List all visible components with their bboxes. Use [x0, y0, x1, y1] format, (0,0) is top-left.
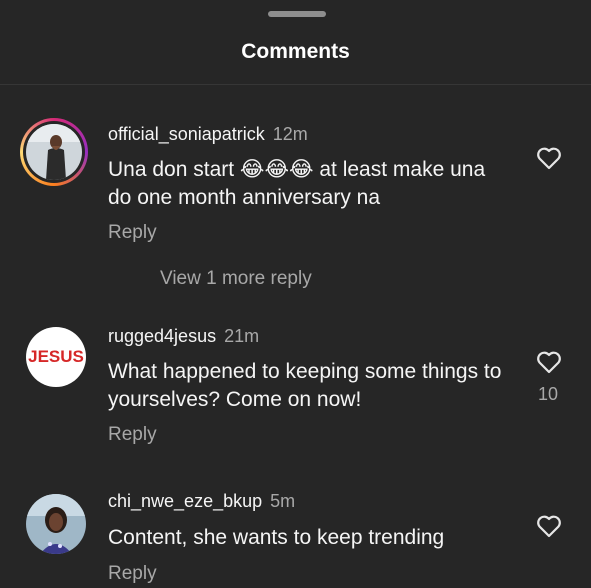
reply-button[interactable]: Reply [108, 222, 157, 244]
timestamp: 5m [270, 491, 296, 511]
avatar [26, 124, 82, 180]
username[interactable]: rugged4jesus [108, 326, 216, 346]
username[interactable]: official_soniapatrick [108, 124, 265, 144]
heart-outline-icon[interactable] [536, 146, 562, 170]
comment-meta: rugged4jesus 21m [108, 326, 259, 347]
story-ring[interactable] [20, 118, 88, 186]
reply-button[interactable]: Reply [108, 424, 157, 446]
avatar[interactable]: JESUS [26, 327, 86, 387]
header-divider [0, 84, 591, 85]
comment-text: What happened to keeping some things to … [108, 360, 502, 411]
reply-button[interactable]: Reply [108, 563, 157, 585]
comment-meta: chi_nwe_eze_bkup 5m [108, 491, 295, 512]
avatar-photo [26, 124, 82, 180]
avatar-photo [26, 494, 86, 554]
view-more-replies-button[interactable]: View 1 more reply [160, 268, 312, 290]
avatar[interactable] [26, 494, 86, 554]
username[interactable]: chi_nwe_eze_bkup [108, 491, 262, 511]
timestamp: 12m [272, 124, 308, 144]
like-count: 10 [537, 384, 559, 404]
avatar-logo-text: JESUS [28, 347, 84, 366]
page-title: Comments [241, 40, 350, 63]
comment-text: Content, she wants to keep trending [108, 526, 445, 549]
drag-handle-icon[interactable] [268, 11, 326, 17]
comments-sheet: Comments official_soniapatrick 12m Una do… [0, 0, 591, 588]
timestamp: 21m [224, 326, 260, 346]
heart-outline-icon[interactable] [536, 514, 562, 538]
heart-outline-icon[interactable] [536, 350, 562, 374]
comment-meta: official_soniapatrick 12m [108, 124, 308, 145]
comment-text: Una don start 😂😂😂 at least make una do o… [108, 158, 486, 209]
